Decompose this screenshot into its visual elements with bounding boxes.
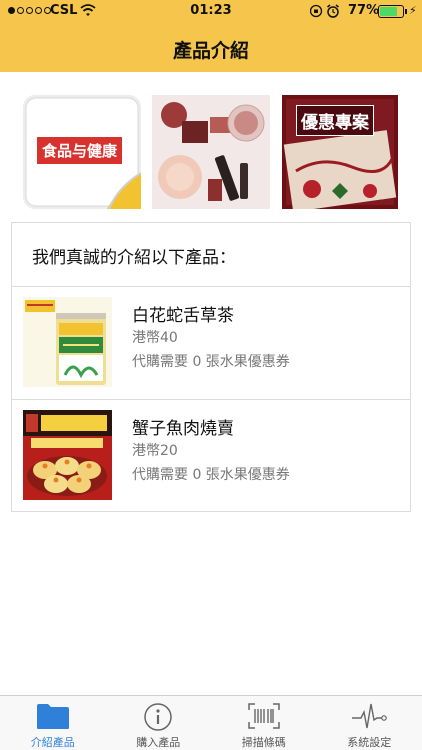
tab-system-settings[interactable]: 系統設定 [317,696,422,750]
product-list-card: 我們真誠的介紹以下產品： 白花蛇舌草茶 港幣40 代購需要 0 張水果優惠券 蟹… [11,222,411,512]
tab-bar: 介紹產品 購入產品 掃描條碼 系統設定 [0,695,422,750]
tab-label: 購入產品 [136,736,181,749]
top-bar: CSL 01:23 77% ⚡ 產品介紹 [0,0,422,72]
page-title: 產品介紹 [172,40,249,62]
product-row-snake-herb-tea[interactable]: 白花蛇舌草茶 港幣40 代購需要 0 張水果優惠券 [12,287,410,400]
tab-scan-barcode[interactable]: 掃描條碼 [211,696,317,750]
category-tile-cosmetics[interactable] [152,95,270,209]
category-label-food-health: 食品与健康 [37,137,123,164]
battery-percent: 77% [348,3,380,18]
tab-label: 介紹產品 [30,736,75,749]
barcode-icon [248,703,280,729]
category-tile-food-health[interactable]: 食品与健康 [23,95,141,209]
category-label-promotion: 優惠專案 [296,105,374,136]
product-thumbnail-tea [23,297,112,387]
product-thumbnail-siu-mai [23,410,112,500]
battery-tip [405,9,407,14]
product-coupon-requirement: 代購需要 0 張水果優惠券 [132,467,290,483]
tab-purchase-product[interactable]: 購入產品 [106,696,212,750]
battery-icon [378,5,404,18]
product-name: 白花蛇舌草茶 [132,306,234,326]
product-coupon-requirement: 代購需要 0 張水果優惠券 [132,354,290,370]
folder-icon [36,704,69,729]
product-list-intro: 我們真誠的介紹以下產品： [32,248,236,268]
battery-level [380,7,397,16]
product-price: 港幣20 [132,443,178,459]
product-price: 港幣40 [132,330,178,346]
info-icon [144,703,172,731]
pulse-icon [352,703,388,729]
orientation-alarm-icons [310,4,339,18]
charging-bolt-icon: ⚡ [409,4,417,17]
tab-label: 掃描條碼 [241,736,286,749]
tab-label: 系統設定 [347,736,392,749]
product-list-header: 我們真誠的介紹以下產品： [12,223,410,287]
cosmetics-tile-image [152,95,270,209]
status-bar: CSL 01:23 77% ⚡ [0,0,422,24]
tab-product-intro[interactable]: 介紹產品 [0,696,106,750]
category-tile-promotion[interactable]: 優惠專案 [282,95,398,209]
product-name: 蟹子魚肉燒賣 [132,419,234,439]
product-row-crab-roe-siu-mai[interactable]: 蟹子魚肉燒賣 港幣20 代購需要 0 張水果優惠券 [12,400,410,513]
